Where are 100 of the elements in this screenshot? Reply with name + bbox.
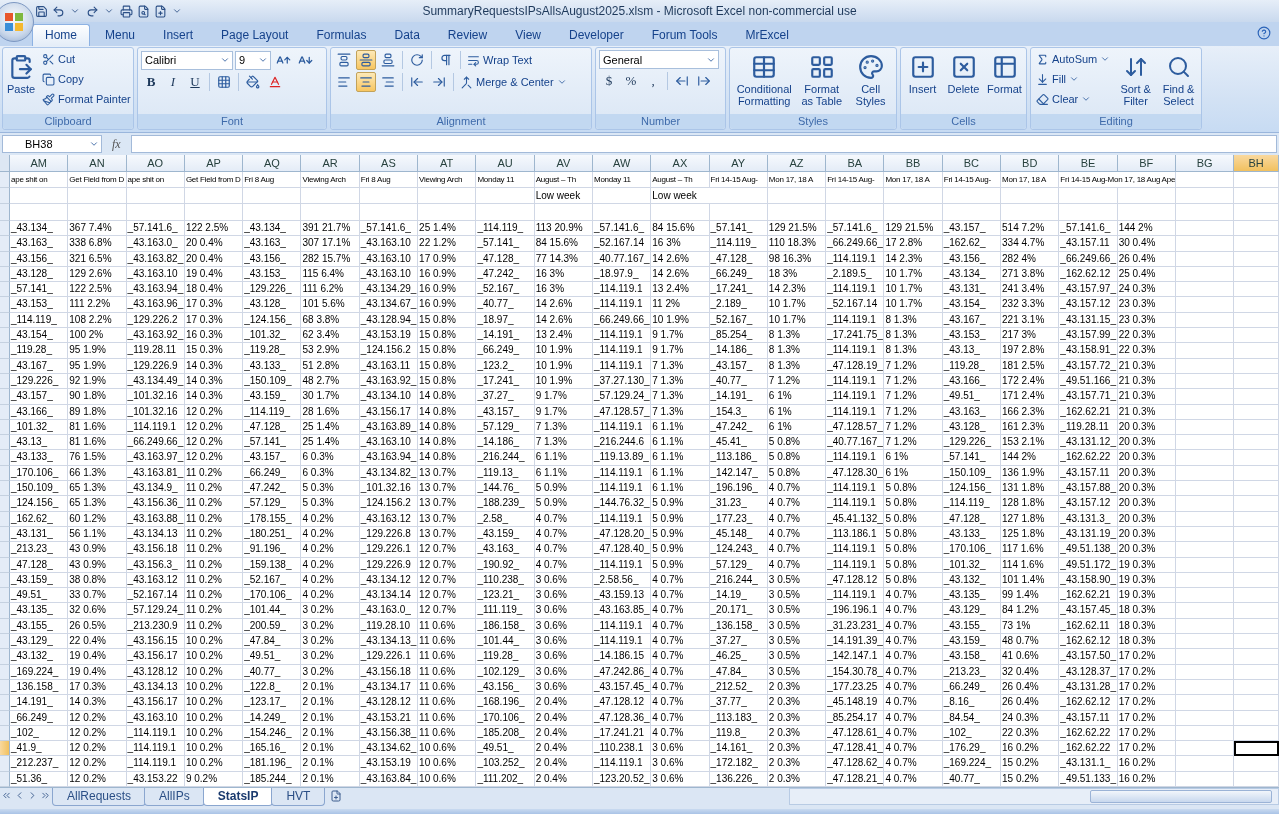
underline-button[interactable]: U [185,72,205,92]
row-header[interactable] [0,756,10,772]
formula-input[interactable] [130,135,1277,153]
column-header[interactable]: BF [1117,155,1176,172]
sort-filter-button[interactable]: Sort & Filter [1116,50,1156,107]
conditional-formatting-button[interactable]: Conditional Formatting [733,50,796,107]
column-header[interactable]: AY [709,155,768,172]
column-header[interactable]: BA [826,155,885,172]
italic-button[interactable]: I [163,72,183,92]
print-preview-icon[interactable] [136,4,150,18]
row-header[interactable] [0,328,10,344]
column-header[interactable]: AX [651,155,710,172]
delete-button[interactable]: Delete [945,50,982,95]
row-header[interactable] [0,725,10,742]
ribbon-tab[interactable]: Page Layout [208,24,302,46]
row-header[interactable] [0,312,10,329]
find-select-button[interactable]: Find & Select [1159,50,1198,107]
ribbon-tab[interactable]: Insert [150,24,207,46]
column-header[interactable]: BH [1234,155,1279,172]
row-header[interactable] [0,679,10,696]
row-header[interactable] [0,282,10,298]
row-header[interactable] [0,404,10,420]
clear-button[interactable]: Clear [1034,90,1113,108]
ribbon-tab[interactable]: Forum Tools [638,24,731,46]
column-header[interactable]: BC [942,155,1002,172]
sheet-tab[interactable]: AllRequests [52,788,147,806]
number-format-field[interactable]: General [599,50,719,69]
comma-button[interactable]: , [643,71,663,91]
column-header[interactable]: AO [126,155,185,172]
row-header[interactable] [0,664,10,680]
selected-cell[interactable] [1234,741,1279,757]
currency-button[interactable]: $ [599,71,619,91]
middle-align-icon[interactable] [356,50,376,70]
align-center-icon[interactable] [356,72,376,92]
row-header[interactable] [0,450,10,466]
column-header[interactable]: AU [476,155,535,172]
ribbon-tab[interactable]: Data [381,24,433,46]
row-header[interactable] [0,511,10,527]
row-header[interactable] [0,204,10,221]
ribbon-tab[interactable]: Formulas [303,24,380,46]
sheet-tab[interactable]: HVT [271,788,326,806]
row-header[interactable] [0,251,10,267]
cut-button[interactable]: Cut [40,50,133,68]
font-name-field[interactable]: Calibri [141,50,233,70]
fill-button[interactable]: Fill [1034,70,1113,88]
column-header[interactable]: AV [534,155,593,172]
function-button[interactable]: fx [106,136,127,152]
horizontal-scrollbar[interactable] [789,788,1279,805]
format-painter-button[interactable]: Format Painter [40,90,133,108]
row-header[interactable] [0,221,10,237]
column-header[interactable]: BB [884,155,943,172]
cell-styles-button[interactable]: Cell Styles [848,50,893,107]
column-header[interactable]: AQ [243,155,302,172]
ribbon-tab[interactable]: View [502,24,554,46]
ribbon-tab[interactable]: MrExcel [732,24,802,46]
column-header[interactable]: BG [1175,155,1235,172]
new-file-icon[interactable] [153,4,167,18]
row-header[interactable] [0,481,10,497]
column-header[interactable]: AM [10,155,69,172]
copy-button[interactable]: Copy [40,70,133,88]
ribbon-tab[interactable]: Review [434,24,501,46]
undo-icon[interactable] [51,4,65,18]
row-header[interactable] [0,419,10,436]
column-header[interactable]: AN [68,155,127,172]
help-icon[interactable] [1257,26,1271,40]
column-header[interactable]: AZ [767,155,827,172]
row-header[interactable] [0,710,10,726]
row-header[interactable] [0,649,10,665]
row-header[interactable] [0,603,10,619]
column-header[interactable]: AT [418,155,477,172]
row-header[interactable] [0,435,10,451]
sheet-tab[interactable]: StatsIP [202,788,274,806]
column-header[interactable]: BE [1059,155,1118,172]
sheet-tab[interactable]: AllIPs [144,788,205,806]
row-header[interactable] [0,542,10,558]
printer-icon[interactable] [119,4,133,18]
ribbon-tab[interactable]: Menu [92,24,149,46]
row-header[interactable] [0,588,10,604]
row-header[interactable] [0,496,10,512]
column-header[interactable]: BD [1001,155,1060,172]
insert-button[interactable]: Insert [904,50,941,95]
column-header[interactable]: AR [301,155,360,172]
autosum-button[interactable]: AutoSum [1034,50,1113,68]
row-header[interactable] [0,236,10,252]
redo-icon[interactable] [85,4,99,18]
row-header[interactable] [0,771,10,787]
row-header[interactable] [0,618,10,634]
wrap-text-button[interactable]: Wrap Text [465,51,535,69]
row-header[interactable] [0,557,10,573]
column-header[interactable]: AS [359,155,419,172]
format-as-table-button[interactable]: Format as Table [799,50,845,107]
column-header[interactable]: AP [184,155,244,172]
row-header[interactable] [0,634,10,650]
row-header[interactable] [0,343,10,359]
paste-button[interactable]: Paste [6,50,36,95]
scrollbar-thumb[interactable] [1090,790,1272,803]
save-icon[interactable] [34,4,48,18]
bold-button[interactable]: B [141,72,161,92]
row-header[interactable] [0,526,10,543]
row-header[interactable] [0,358,10,374]
